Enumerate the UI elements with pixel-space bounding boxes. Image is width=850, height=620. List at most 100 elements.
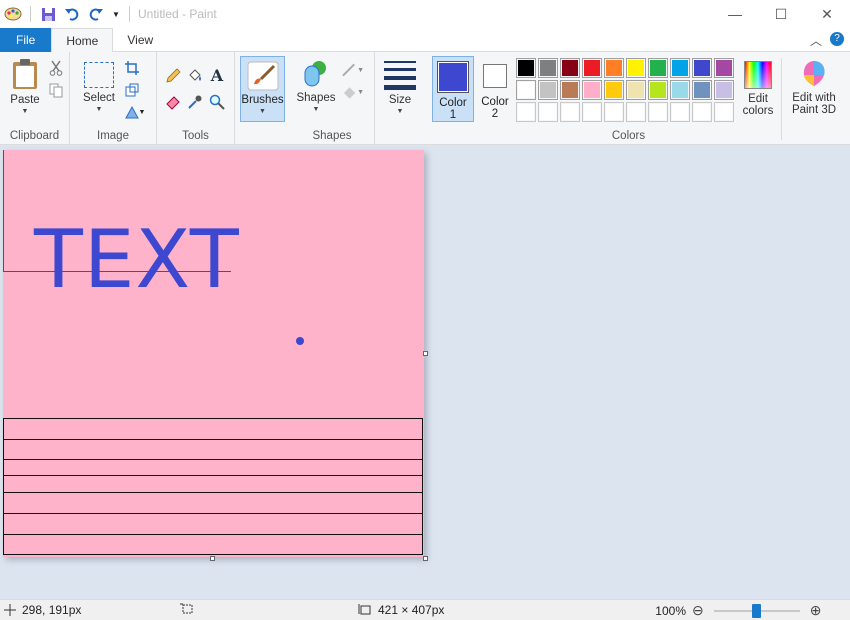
brushes-dropdown-icon: ▼ xyxy=(259,108,266,115)
color-swatch[interactable] xyxy=(560,58,580,78)
color-swatch[interactable] xyxy=(604,80,624,100)
select-rectangle-icon xyxy=(84,62,114,88)
color-swatch-fill xyxy=(606,104,622,120)
color-swatch[interactable] xyxy=(560,80,580,100)
color-picker-icon[interactable] xyxy=(187,94,203,110)
undo-icon[interactable] xyxy=(63,5,81,23)
brushes-button[interactable]: Brushes ▼ xyxy=(240,56,285,122)
paste-label: Paste xyxy=(10,94,40,106)
zoom-slider[interactable] xyxy=(713,603,800,618)
help-icon[interactable]: ? xyxy=(830,32,844,46)
tab-home[interactable]: Home xyxy=(51,28,114,53)
fill-icon[interactable]: ▼ xyxy=(342,84,364,100)
size-button[interactable]: Size ▼ xyxy=(380,58,420,115)
color-swatch[interactable] xyxy=(538,102,558,122)
select-label: Select xyxy=(83,92,115,104)
minimize-button[interactable]: — xyxy=(712,0,758,28)
color-swatch[interactable] xyxy=(582,80,602,100)
color-swatch[interactable] xyxy=(714,80,734,100)
color-swatch[interactable] xyxy=(626,80,646,100)
resize-handle-right[interactable] xyxy=(423,351,428,356)
resize-handle-bottom[interactable] xyxy=(210,556,215,561)
color-swatch-fill xyxy=(540,60,556,76)
select-dropdown-icon: ▼ xyxy=(95,106,103,113)
outline-icon[interactable]: ▼ xyxy=(342,62,364,78)
color-swatch[interactable] xyxy=(714,102,734,122)
color-swatch-fill xyxy=(628,104,644,120)
paint-app-icon[interactable] xyxy=(4,5,22,23)
color-swatch[interactable] xyxy=(538,80,558,100)
zoom-slider-thumb[interactable] xyxy=(751,603,761,618)
shapes-button[interactable]: Shapes ▼ xyxy=(296,58,336,113)
color-swatch[interactable] xyxy=(626,102,646,122)
eraser-icon[interactable] xyxy=(165,94,181,110)
color2-swatch xyxy=(483,64,507,88)
edit-with-paint3d-button[interactable]: Edit with Paint 3D xyxy=(786,58,842,116)
image-group: Select ▼ ▼ Image xyxy=(70,52,157,145)
separator xyxy=(30,6,31,22)
color-swatch[interactable] xyxy=(692,80,712,100)
color-swatch-fill xyxy=(628,60,644,76)
color-swatch[interactable] xyxy=(626,58,646,78)
zoom-out-icon[interactable]: ⊖ xyxy=(692,602,704,619)
color-swatch[interactable] xyxy=(648,102,668,122)
size-lines-icon xyxy=(384,61,416,90)
selection-size xyxy=(180,603,194,615)
color-swatch[interactable] xyxy=(670,80,690,100)
color-swatch-fill xyxy=(650,60,666,76)
color-swatch[interactable] xyxy=(516,80,536,100)
redo-icon[interactable] xyxy=(87,5,105,23)
color-swatch[interactable] xyxy=(604,102,624,122)
color-swatch[interactable] xyxy=(670,102,690,122)
tab-view[interactable]: View xyxy=(113,28,167,52)
quick-access-toolbar: ▼ xyxy=(0,0,132,28)
color-swatch[interactable] xyxy=(670,58,690,78)
color-swatch[interactable] xyxy=(692,102,712,122)
color1-button[interactable]: Color 1 xyxy=(432,56,474,122)
color-swatch[interactable] xyxy=(516,102,536,122)
color-swatch-fill xyxy=(540,82,556,98)
zoom-in-icon[interactable]: ⊕ xyxy=(810,602,822,619)
copy-icon[interactable] xyxy=(48,82,64,98)
crop-icon[interactable] xyxy=(124,60,140,76)
separator xyxy=(781,58,782,140)
drawing-canvas[interactable]: TEXT xyxy=(3,150,424,557)
color-swatch-fill xyxy=(562,104,578,120)
color1-label-line1: Color xyxy=(439,97,467,109)
text-tool-icon[interactable]: A xyxy=(209,66,225,85)
color-swatch[interactable] xyxy=(582,58,602,78)
rotate-icon[interactable]: ▼ xyxy=(124,104,146,120)
edit-colors-button[interactable]: Edit colors xyxy=(740,58,776,117)
color-swatch[interactable] xyxy=(516,58,536,78)
color-swatch[interactable] xyxy=(648,58,668,78)
color-swatch-fill xyxy=(518,104,534,120)
magnifier-icon[interactable] xyxy=(209,94,225,110)
resize-icon[interactable] xyxy=(124,82,140,98)
select-button[interactable]: Select ▼ xyxy=(80,58,118,113)
pencil-icon[interactable] xyxy=(165,68,181,84)
drawn-lined-grid xyxy=(3,418,423,555)
ribbon-options: ︿ ? xyxy=(810,32,844,49)
status-bar: 298, 191px 421 × 407px 100% ⊖ ⊕ xyxy=(0,599,850,620)
cut-icon[interactable] xyxy=(48,60,64,76)
save-icon[interactable] xyxy=(39,5,57,23)
color-swatch[interactable] xyxy=(582,102,602,122)
minimize-ribbon-chevron-icon[interactable]: ︿ xyxy=(810,32,822,49)
color-swatch[interactable] xyxy=(692,58,712,78)
close-button[interactable]: ✕ xyxy=(804,0,850,28)
resize-handle-corner[interactable] xyxy=(423,556,428,561)
color-swatch[interactable] xyxy=(560,102,580,122)
fill-bucket-icon[interactable] xyxy=(187,68,203,84)
customize-qat-chevron-icon[interactable]: ▼ xyxy=(111,5,121,23)
color-swatch[interactable] xyxy=(604,58,624,78)
color2-button[interactable]: Color 2 xyxy=(476,56,514,122)
ribbon-tabs: File Home View ︿ ? xyxy=(0,28,850,53)
color-swatch[interactable] xyxy=(714,58,734,78)
maximize-button[interactable]: ☐ xyxy=(758,0,804,28)
color-swatch[interactable] xyxy=(538,58,558,78)
paste-button[interactable]: Paste ▼ xyxy=(6,58,44,115)
color-swatch[interactable] xyxy=(648,80,668,100)
color-swatch-fill xyxy=(716,60,732,76)
tab-file[interactable]: File xyxy=(0,28,52,52)
title-bar: ▼ Untitled - Paint — ☐ ✕ xyxy=(0,0,850,28)
